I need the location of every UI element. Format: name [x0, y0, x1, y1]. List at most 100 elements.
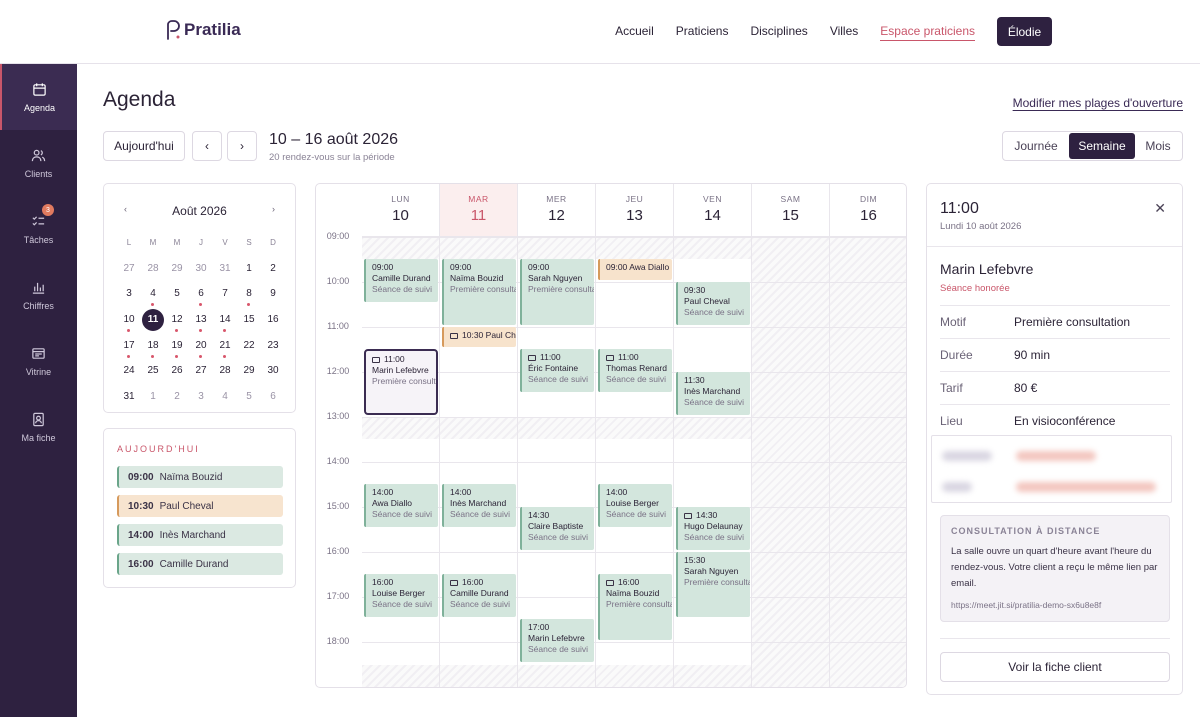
mini-day-cell[interactable]: 19 — [165, 335, 189, 361]
mini-day-cell[interactable]: 5 — [165, 283, 189, 309]
sidebar-item-clients[interactable]: Clients — [0, 130, 77, 196]
appointment-block[interactable]: 11:00 Thomas Renard Séance de suivi — [598, 349, 672, 392]
mini-day-cell[interactable]: 3 — [117, 283, 141, 309]
mini-day-cell[interactable]: 9 — [261, 283, 285, 309]
today-item[interactable]: 14:00 Inès Marchand — [117, 524, 283, 546]
mini-day-cell[interactable]: 31 — [213, 258, 237, 284]
appointment-block[interactable]: 14:00 Louise Berger Séance de suivi — [598, 484, 672, 527]
day-header[interactable]: VEN 14 — [674, 184, 752, 237]
mini-day-cell[interactable]: 12 — [165, 309, 189, 335]
meeting-link[interactable]: https://meet.jit.si/pratilia-demo-sx6u8e… — [951, 600, 1159, 610]
mini-day-cell[interactable]: 13 — [189, 309, 213, 335]
next-week-button[interactable]: › — [227, 131, 257, 161]
sidebar-item-vitrine[interactable]: Vitrine — [0, 328, 77, 394]
appointment-block[interactable]: 16:00Naïma BouzidPremière consultation — [598, 574, 672, 640]
today-button[interactable]: Aujourd'hui — [103, 131, 185, 161]
mini-next-month-icon[interactable]: › — [272, 204, 275, 218]
mini-day-cell[interactable]: 28 — [213, 360, 237, 386]
mini-day-cell[interactable]: 6 — [189, 283, 213, 309]
appointment-block[interactable]: 11:00 Éric Fontaine Séance de suivi — [520, 349, 594, 392]
mini-day-cell[interactable]: 15 — [237, 309, 261, 335]
mini-day-cell[interactable]: 14 — [213, 309, 237, 335]
sidebar-item-agenda[interactable]: Agenda — [0, 64, 77, 130]
mini-day-cell[interactable]: 4 — [141, 283, 165, 309]
appointment-block[interactable]: 10:30 Paul Cheval — [442, 326, 516, 347]
day-header[interactable]: DIM 16 — [830, 184, 906, 237]
mini-day-cell[interactable]: 28 — [141, 258, 165, 284]
mini-day-cell[interactable]: 23 — [261, 335, 285, 361]
appointment-block[interactable]: 14:00 Inès Marchand Séance de suivi — [442, 484, 516, 527]
view-week-button[interactable]: Semaine — [1069, 133, 1135, 159]
appointment-block[interactable]: 09:00 Awa Diallo — [598, 259, 672, 280]
mini-day-cell[interactable]: 27 — [117, 258, 141, 284]
mini-day-cell[interactable]: 29 — [165, 258, 189, 284]
mini-day-cell[interactable]: 30 — [189, 258, 213, 284]
mini-day-cell[interactable]: 17 — [117, 335, 141, 361]
appointment-block[interactable]: 14:00 Awa Diallo Séance de suivi — [364, 484, 438, 527]
mini-day-cell[interactable]: 21 — [213, 335, 237, 361]
mini-day-cell[interactable]: 2 — [165, 386, 189, 412]
today-item[interactable]: 16:00 Camille Durand — [117, 553, 283, 575]
appointment-block[interactable]: 14:30 Claire Baptiste Séance de suivi — [520, 506, 594, 550]
mini-day-cell[interactable]: 30 — [261, 360, 285, 386]
prev-week-button[interactable]: ‹ — [192, 131, 222, 161]
appointment-block[interactable]: 11:00Marin LefebvrePremière consultation — [364, 349, 438, 415]
appointment-block[interactable]: 09:30 Paul Cheval Séance de suivi — [676, 281, 750, 325]
sidebar-item-chiffres[interactable]: Chiffres — [0, 262, 77, 328]
mini-day-cell[interactable]: 5 — [237, 386, 261, 412]
mini-prev-month-icon[interactable]: ‹ — [124, 204, 127, 218]
mini-day-cell[interactable]: 8 — [237, 283, 261, 309]
today-item[interactable]: 09:00 Naïma Bouzid — [117, 466, 283, 488]
day-header[interactable]: MAR 11 — [440, 184, 518, 237]
day-header[interactable]: JEU 13 — [596, 184, 674, 237]
view-month-button[interactable]: Mois — [1135, 133, 1181, 159]
appointment-block[interactable]: 14:30 Hugo Delaunay Séance de suivi — [676, 506, 750, 550]
brand-logo[interactable]: Pratilia — [165, 20, 241, 40]
view-day-button[interactable]: Journée — [1003, 133, 1069, 159]
mini-day-cell[interactable]: 31 — [117, 386, 141, 412]
appointment-block[interactable]: 16:00 Camille Durand Séance de suivi — [442, 574, 516, 617]
mini-day-cell[interactable]: 29 — [237, 360, 261, 386]
appointment-block[interactable]: 16:00 Louise Berger Séance de suivi — [364, 574, 438, 617]
mini-day-cell[interactable]: 11 — [141, 309, 165, 335]
detail-client-name[interactable]: Marin Lefebvre — [940, 261, 1033, 277]
nav-accueil[interactable]: Accueil — [615, 24, 654, 41]
mini-day-cell[interactable]: 6 — [261, 386, 285, 412]
mini-day-cell[interactable]: 1 — [141, 386, 165, 412]
mini-day-cell[interactable]: 24 — [117, 360, 141, 386]
mini-day-cell[interactable]: 22 — [237, 335, 261, 361]
mini-day-cell[interactable]: 1 — [237, 258, 261, 284]
nav-espace-praticiens[interactable]: Espace praticiens — [880, 24, 975, 41]
appointment-block[interactable]: 09:00Sarah NguyenPremière consultation — [520, 259, 594, 325]
appointment-block[interactable]: 09:00 Camille Durand Séance de suivi — [364, 259, 438, 302]
nav-praticiens[interactable]: Praticiens — [676, 24, 729, 41]
appointment-block[interactable]: 17:00 Marin Lefebvre Séance de suivi — [520, 619, 594, 662]
nav-villes[interactable]: Villes — [830, 24, 858, 41]
appointment-block[interactable]: 15:30Sarah NguyenPremière consultation — [676, 551, 750, 617]
nav-disciplines[interactable]: Disciplines — [750, 24, 807, 41]
mini-day-cell[interactable]: 18 — [141, 335, 165, 361]
mini-day-cell[interactable]: 16 — [261, 309, 285, 335]
user-menu-button[interactable]: Élodie — [997, 17, 1052, 46]
appointment-block[interactable]: 11:30 Inès Marchand Séance de suivi — [676, 371, 750, 415]
mini-day-cell[interactable]: 20 — [189, 335, 213, 361]
mini-day-cell[interactable]: 10 — [117, 309, 141, 335]
day-header[interactable]: MER 12 — [518, 184, 596, 237]
mini-day-cell[interactable]: 3 — [189, 386, 213, 412]
appointment-block[interactable]: 09:00Naïma BouzidPremière consultation — [442, 259, 516, 325]
modify-opening-hours-link[interactable]: Modifier mes plages d'ouverture — [1013, 96, 1183, 110]
sidebar-item-ma-fiche[interactable]: Ma fiche — [0, 394, 77, 460]
mini-day-cell[interactable]: 25 — [141, 360, 165, 386]
mini-day-cell[interactable]: 26 — [165, 360, 189, 386]
mini-day-cell[interactable]: 27 — [189, 360, 213, 386]
close-icon[interactable]: ✕ — [1154, 200, 1166, 217]
mini-day-cell[interactable]: 7 — [213, 283, 237, 309]
day-header[interactable]: LUN 10 — [362, 184, 440, 237]
sidebar-item-taches[interactable]: 3 Tâches — [0, 196, 77, 262]
today-item[interactable]: 10:30 Paul Cheval — [117, 495, 283, 517]
video-icon — [372, 357, 380, 363]
view-client-button[interactable]: Voir la fiche client — [940, 652, 1170, 682]
mini-day-cell[interactable]: 4 — [213, 386, 237, 412]
mini-day-cell[interactable]: 2 — [261, 258, 285, 284]
day-header[interactable]: SAM 15 — [752, 184, 830, 237]
